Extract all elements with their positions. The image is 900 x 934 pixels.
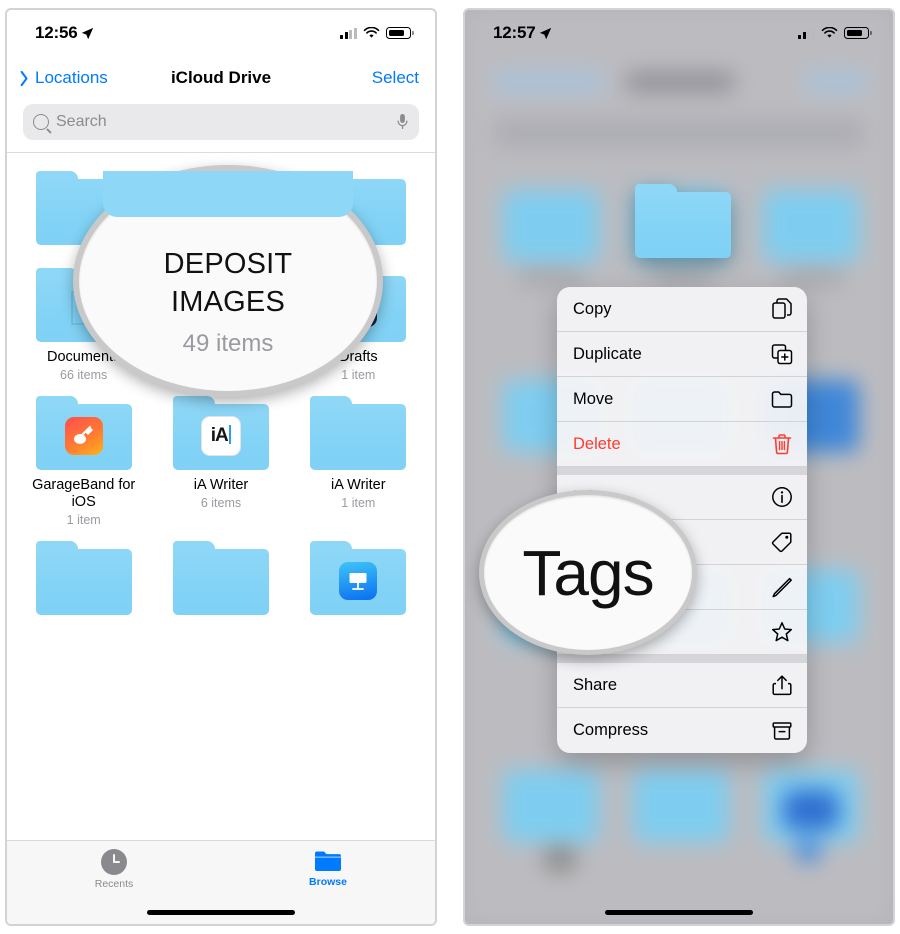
cellular-signal-icon (340, 27, 357, 39)
copy-icon (772, 298, 792, 319)
menu-group-separator (557, 655, 807, 663)
magnifier-deposit-images: DEPOSIT IMAGES 49 items (73, 165, 383, 397)
clock-icon (101, 849, 127, 875)
chevron-left-icon (23, 69, 34, 87)
back-button[interactable]: Locations (23, 68, 108, 88)
folder-count: 1 item (66, 513, 101, 527)
menu-item-copy[interactable]: Copy (557, 287, 807, 332)
ia-writer-app-icon: iA (200, 415, 241, 456)
status-bar-indicators (798, 27, 872, 39)
home-indicator[interactable] (605, 910, 753, 915)
garageband-app-icon (64, 416, 103, 455)
status-bar: 12:56 (7, 10, 435, 56)
tab-browse-label: Browse (309, 876, 347, 888)
keynote-app-icon (339, 561, 378, 600)
wifi-icon (363, 27, 380, 38)
status-bar-time-group: 12:57 (493, 23, 552, 43)
folder-item-keynote[interactable] (290, 541, 427, 615)
folder-count: 66 items (60, 368, 108, 382)
tag-icon (771, 532, 792, 553)
folder-icon (172, 541, 269, 615)
folder-item-ia-writer-2[interactable]: iA Writer 1 item (290, 396, 427, 527)
menu-item-label: Move (573, 389, 614, 408)
folder-name: iA Writer (193, 477, 249, 493)
folder-name: GarageBand for iOS (32, 477, 136, 510)
folder-item-ia-writer[interactable]: iA iA Writer 6 items (152, 396, 289, 527)
menu-item-label: Delete (573, 434, 621, 453)
battery-icon (386, 27, 414, 39)
back-button-label: Locations (35, 68, 108, 87)
location-arrow-icon (540, 27, 552, 39)
status-bar-indicators (340, 27, 414, 39)
folder-icon (310, 541, 407, 615)
search-area: Search (7, 100, 435, 152)
search-input[interactable]: Search (23, 104, 419, 140)
folder-item-garageband[interactable]: GarageBand for iOS 1 item (15, 396, 152, 527)
folder-item[interactable] (152, 541, 289, 615)
tab-recents-label: Recents (94, 878, 134, 890)
folder-icon: iA (172, 396, 269, 470)
selected-folder-icon[interactable] (635, 184, 731, 258)
folder-icon (635, 184, 731, 258)
status-bar-time: 12:56 (35, 23, 78, 42)
screenshot-stage: 12:56 Locations iCloud Drive Select Sear… (0, 0, 900, 934)
menu-item-delete[interactable]: Delete (557, 422, 807, 467)
magnified-folder-name: DEPOSIT IMAGES (164, 245, 293, 321)
duplicate-icon (771, 344, 793, 365)
microphone-icon[interactable] (396, 113, 409, 131)
folder-name: iA Writer (331, 477, 386, 493)
menu-item-label: Share (573, 675, 618, 694)
menu-item-compress[interactable]: Compress (557, 708, 807, 753)
folder-count: 6 items (200, 496, 242, 510)
folder-icon (771, 391, 793, 408)
trash-icon (772, 434, 792, 455)
folder-icon (35, 541, 132, 615)
pencil-icon (772, 577, 792, 598)
right-phone-screen: 12:57 Copy Duplicate Move Delete Share C… (463, 8, 895, 926)
menu-item-label: Copy (573, 299, 612, 318)
status-bar: 12:57 (465, 10, 893, 56)
status-bar-time-group: 12:56 (35, 23, 94, 43)
search-placeholder: Search (56, 113, 107, 130)
info-icon (772, 487, 792, 507)
magnified-menu-label: Tags (522, 536, 654, 609)
navigation-bar: Locations iCloud Drive Select (7, 56, 435, 100)
select-button[interactable]: Select (372, 68, 419, 88)
menu-item-label: Compress (573, 721, 649, 739)
status-bar-time: 12:57 (493, 23, 536, 42)
star-icon (771, 622, 793, 642)
folder-item[interactable] (15, 541, 152, 615)
tab-bar: Recents Browse (7, 840, 435, 924)
folder-icon (35, 396, 132, 470)
magnifier-tags: Tags (479, 490, 697, 655)
location-arrow-icon (82, 27, 94, 39)
left-phone-screen: 12:56 Locations iCloud Drive Select Sear… (5, 8, 437, 926)
folder-count: 1 item (341, 496, 376, 510)
search-icon (33, 114, 49, 130)
home-indicator[interactable] (147, 910, 295, 915)
battery-icon (844, 27, 872, 39)
share-icon (772, 675, 792, 696)
magnified-folder-edge (102, 171, 354, 217)
menu-item-label: Duplicate (573, 344, 642, 363)
wifi-icon (821, 27, 838, 38)
folder-icon (315, 851, 341, 871)
menu-item-duplicate[interactable]: Duplicate (557, 332, 807, 377)
cellular-signal-icon (798, 27, 815, 39)
folder-icon (310, 396, 407, 470)
magnified-name-line2: IMAGES (170, 285, 285, 318)
archive-icon (772, 721, 792, 740)
folder-count: 1 item (341, 368, 376, 382)
menu-item-move[interactable]: Move (557, 377, 807, 422)
menu-group-separator (557, 467, 807, 475)
menu-item-share[interactable]: Share (557, 663, 807, 708)
magnified-folder-count: 49 items (182, 329, 274, 357)
magnified-name-line1: DEPOSIT (163, 247, 293, 280)
